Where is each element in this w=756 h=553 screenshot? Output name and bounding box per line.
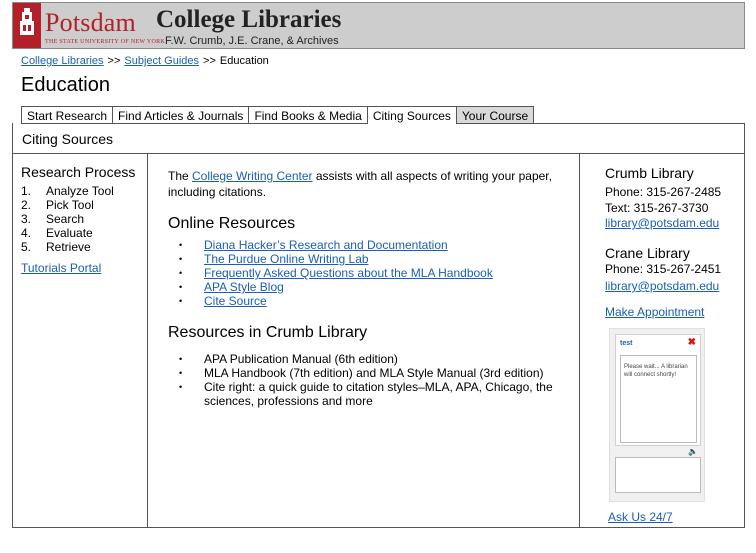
online-resources-heading: Online Resources — [168, 215, 296, 232]
bullet-icon: • — [179, 354, 183, 364]
list-item: • APA Style Blog — [179, 280, 493, 294]
list-item: • Frequently Asked Questions about the ML… — [179, 266, 493, 280]
crumb-text-number: Text: 315-267-3730 — [605, 201, 709, 215]
breadcrumb-current: Education — [219, 55, 269, 67]
close-icon[interactable]: ✖ — [688, 337, 696, 348]
list-item: 2. Pick Tool — [21, 198, 94, 212]
site-subtitle: F.W. Crumb, J.E. Crane, & Archives — [165, 35, 339, 47]
left-column: Research Process 1. Analyze Tool 2. Pick T… — [12, 154, 148, 528]
bullet-icon: • — [179, 282, 183, 292]
breadcrumb-college-libraries[interactable]: College Libraries — [21, 55, 104, 67]
list-item: • Cite right: a quick guide to citation s… — [179, 380, 553, 408]
list-item: 3. Search — [21, 212, 85, 226]
chat-status-message: Please wait... A librarian will connect … — [624, 364, 688, 378]
list-item: • APA Publication Manual (6th edition) — [179, 352, 398, 366]
section-header: Citing Sources — [12, 123, 745, 154]
crumb-email-link[interactable]: library@potsdam.edu — [605, 216, 719, 230]
list-item: • Cite Source — [179, 294, 493, 308]
breadcrumb-subject-guides[interactable]: Subject Guides — [124, 55, 199, 67]
list-item: 4. Evaluate — [21, 226, 93, 240]
breadcrumb: College Libraries >> Subject Guides >> Educa… — [21, 55, 269, 67]
tab-find-books[interactable]: Find Books & Media — [248, 106, 367, 124]
bullet-icon: • — [179, 240, 183, 250]
crane-phone: Phone: 315-267-2451 — [605, 262, 722, 276]
potsdam-logo-icon — [13, 3, 41, 48]
writing-center-link[interactable]: College Writing Center — [192, 169, 313, 183]
main-content: The College Writing Center assists with … — [147, 154, 580, 528]
chat-title: test — [620, 340, 633, 347]
list-item: 1. Analyze Tool — [21, 184, 114, 198]
mla-faq-link[interactable]: Frequently Asked Questions about the MLA… — [204, 266, 493, 280]
bullet-icon: • — [179, 296, 183, 306]
bullet-icon: • — [179, 368, 183, 378]
page-title: Education — [21, 74, 110, 96]
list-item: • Diana Hacker’s Research and Documentati… — [179, 238, 493, 252]
tab-start-research[interactable]: Start Research — [21, 106, 113, 124]
diana-hacker-link[interactable]: Diana Hacker’s Research and Documentatio… — [204, 238, 448, 252]
online-resources-list: • Diana Hacker’s Research and Documentati… — [179, 238, 493, 308]
sound-icon[interactable]: 🔈 — [688, 447, 698, 456]
chat-transcript: Please wait... A librarian will connect … — [620, 355, 697, 443]
purdue-owl-link[interactable]: The Purdue Online Writing Lab — [204, 252, 369, 266]
make-appointment-link[interactable]: Make Appointment — [605, 305, 704, 319]
intro-text: The College Writing Center assists with … — [168, 169, 552, 199]
bullet-icon: • — [179, 382, 183, 392]
logo-subtitle: THE STATE UNIVERSITY OF NEW YORK — [45, 39, 166, 45]
section-title: Citing Sources — [22, 131, 114, 147]
crumb-library-heading: Crumb Library — [605, 165, 694, 181]
crane-email-link[interactable]: library@potsdam.edu — [605, 279, 719, 293]
crumb-resources-heading: Resources in Crumb Library — [168, 324, 368, 341]
bullet-icon: • — [179, 254, 183, 264]
cite-source-link[interactable]: Cite Source — [204, 294, 267, 308]
research-process-heading: Research Process — [21, 164, 136, 180]
logo-wordmark[interactable]: Potsdam — [45, 8, 136, 38]
chat-widget: test ✖ Please wait... A librarian will c… — [609, 328, 705, 502]
guide-tabs: Start Research Find Articles & Journals … — [21, 106, 535, 124]
bullet-icon: • — [179, 268, 183, 278]
header-banner: Potsdam THE STATE UNIVERSITY OF NEW YORK… — [12, 2, 745, 49]
tab-citing-sources[interactable]: Citing Sources — [366, 106, 456, 124]
research-process-list: 1. Analyze Tool 2. Pick Tool 3. Search 4. Ev… — [21, 184, 114, 254]
list-item: • MLA Handbook (7th edition) and MLA Styl… — [179, 366, 544, 380]
crumb-resources-list: • APA Publication Manual (6th edition) • M… — [179, 352, 569, 408]
crumb-phone: Phone: 315-267-2485 — [605, 185, 722, 199]
list-item: 5. Retrieve — [21, 240, 91, 254]
breadcrumb-separator: >> — [107, 55, 121, 67]
list-item: • The Purdue Online Writing Lab — [179, 252, 493, 266]
site-title[interactable]: College Libraries — [156, 6, 341, 34]
tab-find-articles[interactable]: Find Articles & Journals — [112, 106, 249, 124]
tutorials-portal-link[interactable]: Tutorials Portal — [21, 261, 101, 275]
apa-blog-link[interactable]: APA Style Blog — [204, 280, 284, 294]
crane-library-heading: Crane Library — [605, 245, 690, 261]
chat-window: test ✖ Please wait... A librarian will c… — [615, 334, 701, 446]
breadcrumb-separator: >> — [203, 55, 216, 67]
ask-us-link[interactable]: Ask Us 24/7 — [608, 510, 673, 524]
chat-input[interactable] — [615, 457, 701, 493]
tab-your-course[interactable]: Your Course — [455, 106, 535, 124]
right-column: Crumb Library Phone: 315-267-2485 Text: … — [579, 154, 745, 528]
